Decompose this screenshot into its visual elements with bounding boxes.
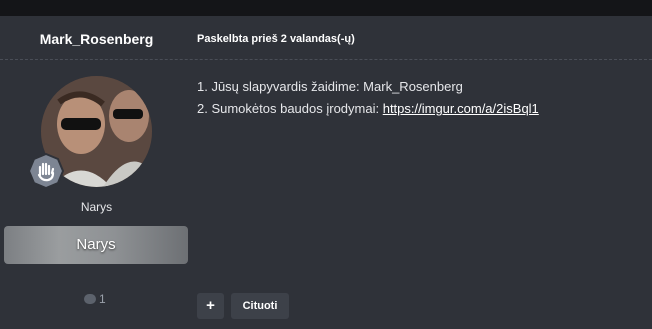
- member-role: Narys: [80, 200, 113, 214]
- post-line-1: 1. Jūsų slapyvardis žaidime: Mark_Rosenb…: [197, 79, 463, 94]
- post-content: 1. Jūsų slapyvardis žaidime: Mark_Rosenb…: [197, 76, 539, 120]
- proof-link[interactable]: https://imgur.com/a/2isBql1: [383, 101, 539, 116]
- role-banner-text: Narys: [76, 236, 116, 253]
- post-line-2: 2. Sumokėtos baudos įrodymai: https://im…: [197, 98, 539, 120]
- post-timestamp: Paskelbta prieš 2 valandas(-ų): [197, 33, 355, 45]
- comment-bubble-icon: [84, 294, 96, 304]
- quote-button[interactable]: Cituoti: [231, 293, 289, 319]
- post-line-2-text: 2. Sumokėtos baudos įrodymai:: [197, 101, 383, 116]
- top-bar: [0, 0, 652, 16]
- author-name[interactable]: Mark_Rosenberg: [0, 31, 193, 47]
- comment-count-value: 1: [99, 292, 106, 306]
- role-banner: Narys: [4, 226, 188, 264]
- comment-count: 1: [84, 292, 106, 306]
- add-button[interactable]: +: [197, 293, 224, 319]
- post-header: Mark_Rosenberg Paskelbta prieš 2 valanda…: [0, 16, 652, 60]
- waving-hand-badge-icon: [27, 152, 65, 190]
